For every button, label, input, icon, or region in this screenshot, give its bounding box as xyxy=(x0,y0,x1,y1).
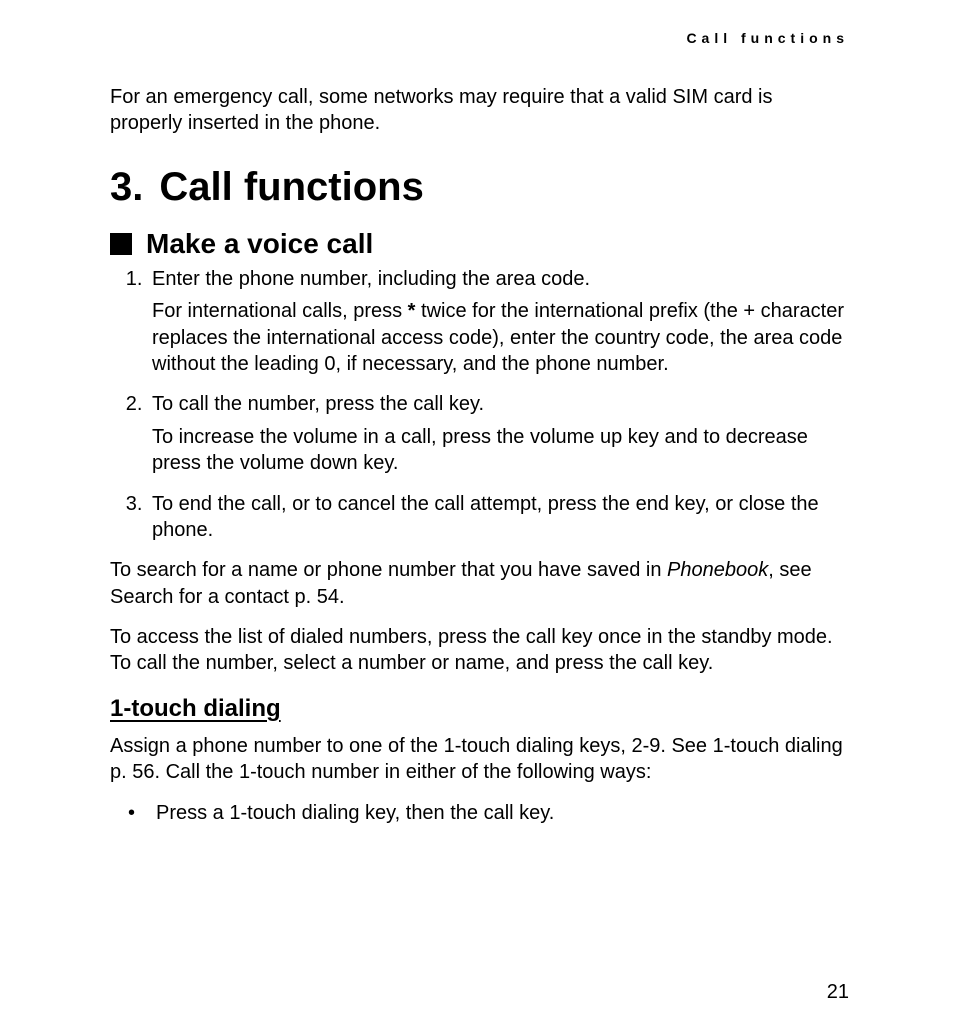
square-bullet-icon xyxy=(110,233,132,255)
step-main-text: To call the number, press the call key. xyxy=(152,393,484,415)
step-extra-text: To increase the volume in a call, press … xyxy=(152,424,849,477)
body-paragraph: To access the list of dialed numbers, pr… xyxy=(110,624,849,677)
section-title-text: Make a voice call xyxy=(146,228,373,260)
chapter-title: 3. Call functions xyxy=(110,165,849,210)
paragraph-text-italic: Phonebook xyxy=(667,559,768,581)
running-header: Call functions xyxy=(110,30,849,46)
step-item: Enter the phone number, including the ar… xyxy=(148,266,849,378)
subsection-title: 1-touch dialing xyxy=(110,695,849,723)
section-heading: Make a voice call xyxy=(110,228,849,260)
step-main-text: Enter the phone number, including the ar… xyxy=(152,268,590,290)
page-number: 21 xyxy=(827,981,849,1004)
subsection-intro: Assign a phone number to one of the 1-to… xyxy=(110,733,849,786)
step-item: To call the number, press the call key. … xyxy=(148,391,849,476)
chapter-number: 3. xyxy=(110,165,143,209)
bullet-item: Press a 1-touch dialing key, then the ca… xyxy=(148,800,849,826)
document-page: Call functions For an emergency call, so… xyxy=(0,0,954,1036)
chapter-title-text: Call functions xyxy=(159,165,423,209)
body-paragraph: To search for a name or phone number tha… xyxy=(110,557,849,610)
paragraph-text-before: To search for a name or phone number tha… xyxy=(110,559,667,581)
intro-paragraph: For an emergency call, some networks may… xyxy=(110,84,849,137)
step-extra-before: For international calls, press xyxy=(152,300,408,322)
step-extra-text: For international calls, press * twice f… xyxy=(152,298,849,377)
step-item: To end the call, or to cancel the call a… xyxy=(148,491,849,544)
steps-list: Enter the phone number, including the ar… xyxy=(110,266,849,544)
bullet-list: Press a 1-touch dialing key, then the ca… xyxy=(110,800,849,826)
step-main-text: To end the call, or to cancel the call a… xyxy=(152,493,819,541)
